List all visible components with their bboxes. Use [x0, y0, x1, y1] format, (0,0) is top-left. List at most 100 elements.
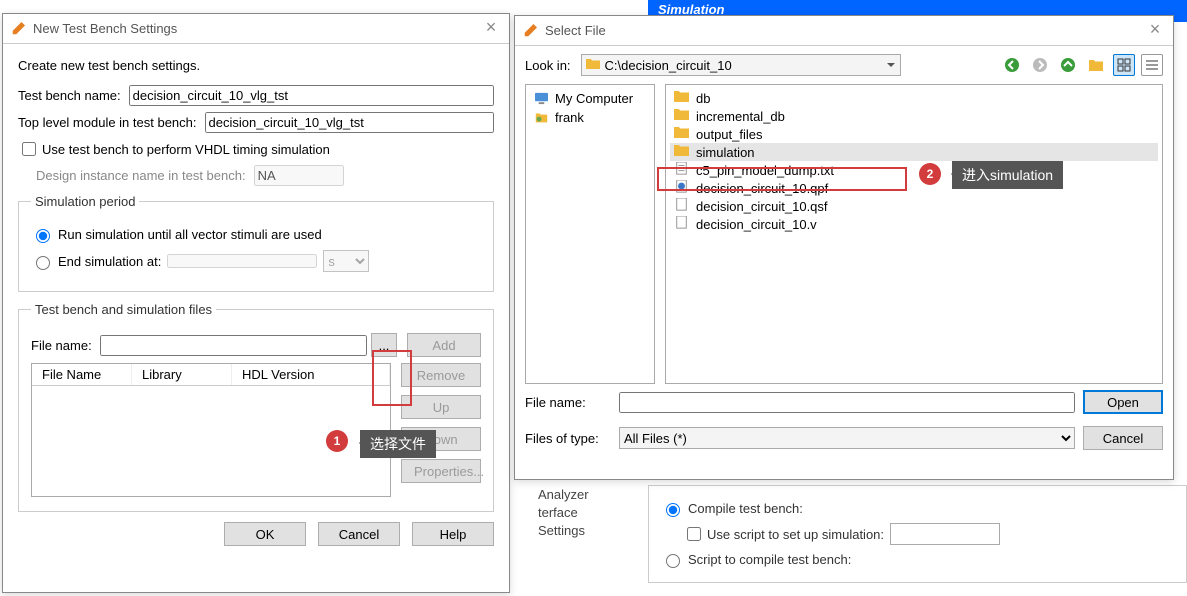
bg-side-text: terface [538, 504, 636, 522]
end-sim-radio[interactable] [36, 256, 50, 270]
filename-input[interactable] [100, 335, 367, 356]
tb-files-legend: Test bench and simulation files [31, 302, 216, 317]
back-icon[interactable] [1001, 54, 1023, 76]
tb-name-label: Test bench name: [18, 88, 121, 103]
file-icon [674, 198, 689, 214]
use-script-field[interactable] [890, 523, 1000, 545]
help-button[interactable]: Help [412, 522, 494, 546]
browse-button[interactable]: ... [371, 333, 397, 357]
tb-files-group: Test bench and simulation files File nam… [18, 302, 494, 512]
file-list[interactable]: db incremental_db output_files simulation c5… [665, 84, 1163, 384]
col-library: Library [132, 364, 232, 385]
file-list-item[interactable]: incremental_db [670, 107, 1158, 125]
script-compile-label: Script to compile test bench: [688, 552, 851, 567]
list-view-icon[interactable] [1141, 54, 1163, 76]
folder-icon [674, 108, 689, 124]
annotation-badge-1: 1 [326, 430, 348, 452]
places-item[interactable]: My Computer [530, 89, 650, 108]
file-item-label: decision_circuit_10.v [696, 217, 817, 232]
close-icon[interactable]: × [1143, 18, 1167, 42]
dialog-titlebar: New Test Bench Settings × [3, 14, 509, 44]
file-list-item[interactable]: output_files [670, 125, 1158, 143]
forward-icon[interactable] [1029, 54, 1051, 76]
dialog-titlebar: Select File × [515, 16, 1173, 46]
dialog-title: New Test Bench Settings [33, 21, 177, 36]
file-item-label: c5_pin_model_dump.txt [696, 163, 834, 178]
up-icon[interactable] [1057, 54, 1079, 76]
top-module-label: Top level module in test bench: [18, 115, 197, 130]
new-folder-icon[interactable] [1085, 54, 1107, 76]
intro-text: Create new test bench settings. [18, 58, 494, 73]
sim-period-legend: Simulation period [31, 194, 139, 209]
run-until-radio[interactable] [36, 229, 50, 243]
compile-tb-label: Compile test bench: [688, 501, 803, 516]
bg-side-text: Analyzer [538, 486, 636, 504]
annotation-badge-2: 2 [919, 163, 941, 185]
pencil-icon [11, 22, 25, 36]
places-item-label: frank [555, 110, 584, 125]
end-sim-value-input [167, 254, 317, 268]
lookin-label: Look in: [525, 58, 571, 73]
instance-name-input [254, 165, 344, 186]
folder-icon [674, 90, 689, 106]
properties-button: Properties... [401, 459, 481, 483]
file-item-label: output_files [696, 127, 763, 142]
bg-side-text: Settings [538, 522, 636, 540]
compile-tb-radio[interactable] [666, 503, 680, 517]
open-button[interactable]: Open [1083, 390, 1163, 414]
file-item-label: incremental_db [696, 109, 785, 124]
instance-name-label: Design instance name in test bench: [36, 168, 246, 183]
file-item-label: decision_circuit_10.qpf [696, 181, 828, 196]
file-item-label: simulation [696, 145, 755, 160]
folder-icon [674, 126, 689, 142]
end-sim-unit-select: s [323, 250, 369, 272]
sf-filetype-select[interactable]: All Files (*) [619, 427, 1075, 449]
annotation-tip-1: 选择文件 [360, 430, 436, 458]
file-icon [674, 162, 689, 178]
annotation-tip-2: 进入simulation [952, 161, 1063, 189]
file-list-item[interactable]: db [670, 89, 1158, 107]
file-list-item[interactable]: simulation [670, 143, 1158, 161]
tb-name-input[interactable] [129, 85, 494, 106]
new-test-bench-dialog: New Test Bench Settings × Create new tes… [2, 13, 510, 593]
col-filename: File Name [32, 364, 132, 385]
bg-side-fragment: Analyzer terface Settings [532, 480, 642, 546]
script-compile-radio[interactable] [666, 554, 680, 568]
end-sim-label: End simulation at: [58, 254, 161, 269]
file-list-item[interactable]: decision_circuit_10.v [670, 215, 1158, 233]
cancel-button[interactable]: Cancel [318, 522, 400, 546]
close-icon[interactable]: × [479, 16, 503, 40]
folder-icon [674, 144, 689, 160]
add-button: Add [407, 333, 481, 357]
file-icon [674, 180, 689, 196]
folder-icon [586, 58, 600, 73]
bg-compile-panel: Compile test bench: Use script to set up… [648, 485, 1187, 583]
lookin-path: C:\decision_circuit_10 [605, 58, 732, 73]
vhdl-timing-label: Use test bench to perform VHDL timing si… [42, 142, 330, 157]
filename-label: File name: [31, 338, 92, 353]
places-item-label: My Computer [555, 91, 633, 106]
file-list-item[interactable]: c5_pin_model_dump.txt [670, 161, 1158, 179]
file-item-label: decision_circuit_10.qsf [696, 199, 828, 214]
simulation-period-group: Simulation period Run simulation until a… [18, 194, 494, 292]
sf-filename-input[interactable] [619, 392, 1075, 413]
lookin-combo[interactable]: C:\decision_circuit_10 [581, 54, 901, 76]
sf-filetype-label: Files of type: [525, 431, 611, 446]
file-icon [674, 216, 689, 232]
ok-button[interactable]: OK [224, 522, 306, 546]
dialog-title: Select File [545, 23, 606, 38]
places-item[interactable]: frank [530, 108, 650, 127]
sf-cancel-button[interactable]: Cancel [1083, 426, 1163, 450]
top-module-input[interactable] [205, 112, 495, 133]
places-sidebar: My Computer frank [525, 84, 655, 384]
select-file-dialog: Select File × Look in: C:\decision_circu… [514, 15, 1174, 480]
vhdl-timing-checkbox[interactable] [22, 142, 36, 156]
up-button: Up [401, 395, 481, 419]
pencil-icon [523, 24, 537, 38]
use-script-checkbox[interactable] [687, 527, 701, 541]
file-list-item[interactable]: decision_circuit_10.qpf [670, 179, 1158, 197]
icons-view-icon[interactable] [1113, 54, 1135, 76]
file-list-item[interactable]: decision_circuit_10.qsf [670, 197, 1158, 215]
sf-filename-label: File name: [525, 395, 611, 410]
remove-button: Remove [401, 363, 481, 387]
